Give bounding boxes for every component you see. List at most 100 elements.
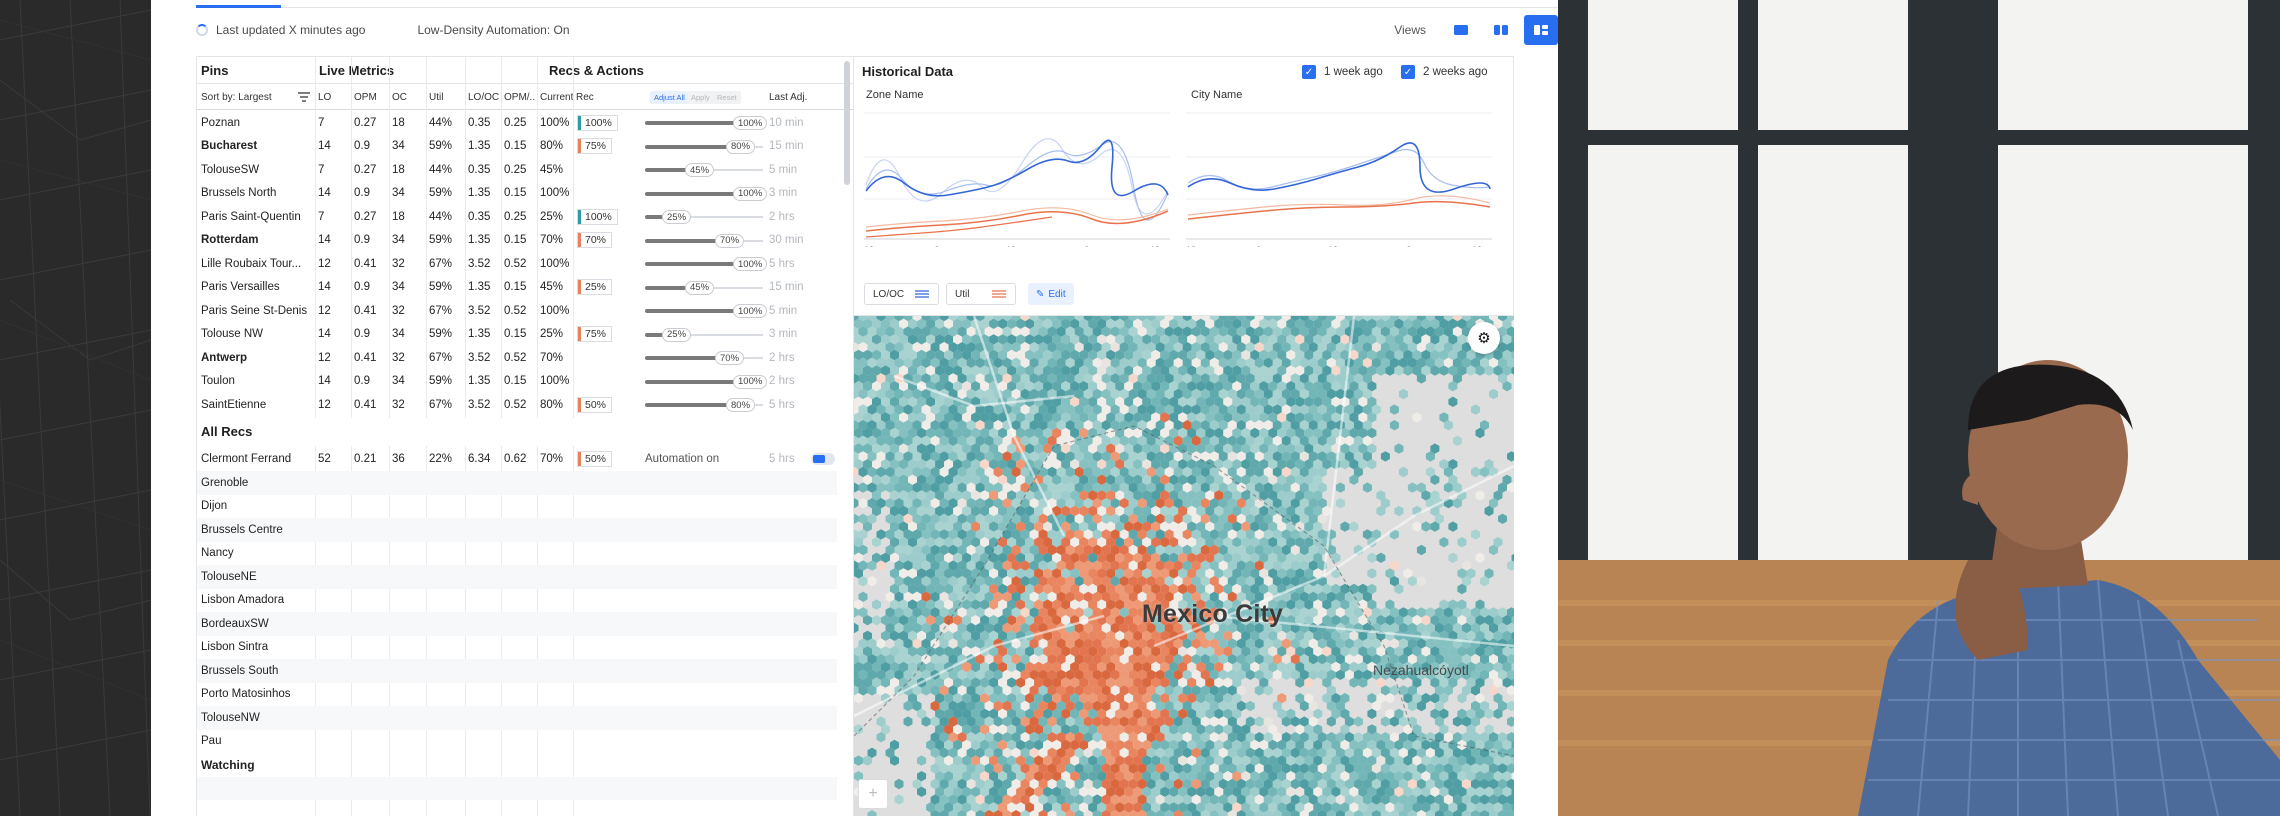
slider-thumb[interactable]: 25% — [662, 210, 692, 224]
hexbin-map[interactable]: ⚙ Mexico City Nezahualcóyotl + — [854, 316, 1514, 816]
map-settings-button[interactable]: ⚙ — [1468, 322, 1500, 354]
slider-thumb[interactable]: 100% — [733, 257, 768, 271]
table-scrollbar[interactable] — [844, 61, 850, 185]
slider-thumb[interactable]: 100% — [733, 304, 768, 318]
adjustment-slider[interactable]: 70% — [645, 346, 763, 370]
view-dashboard-button[interactable] — [1524, 15, 1558, 45]
pin-row[interactable]: TolouseSW 7 0.27 18 44% 0.35 0.25 45% 45% 5 min — [197, 158, 837, 182]
adjustment-slider[interactable]: 25% — [645, 323, 763, 347]
rec-row[interactable]: Clermont Ferrand 52 0.21 36 22% 6.34 0.62 70% 50… — [197, 448, 837, 472]
pin-row[interactable]: Toulon 14 0.9 34 59% 1.35 0.15 100% 100% 2 hrs — [197, 370, 837, 394]
zoom-in-button[interactable]: + — [858, 779, 888, 809]
lo-oc-value: 3.52 — [468, 304, 491, 317]
pin-row[interactable]: Antwerp 12 0.41 32 67% 3.52 0.52 70% 70% 2 hrs — [197, 346, 837, 370]
column-header-rec[interactable]: Rec — [576, 87, 594, 107]
column-header-current[interactable]: Current — [540, 87, 573, 107]
filter-icon[interactable] — [297, 91, 311, 103]
last-adjusted-value: 15 min — [769, 281, 804, 294]
pin-row[interactable]: Poznan 7 0.27 18 44% 0.35 0.25 100% 100% 100% 10 m… — [197, 111, 837, 135]
pin-row[interactable]: Paris Versailles 14 0.9 34 59% 1.35 0.15 45% 25%… — [197, 276, 837, 300]
adjustment-slider[interactable]: 45% — [645, 276, 763, 300]
automation-toggle[interactable] — [811, 448, 839, 472]
rec-row[interactable]: Pau — [197, 730, 837, 754]
adjustment-slider[interactable]: 80% — [645, 135, 763, 159]
opm-ratio-value: 0.25 — [504, 116, 527, 129]
column-header-opm[interactable]: OPM — [354, 87, 377, 107]
rec-cell[interactable]: 50% — [577, 448, 635, 472]
slider-thumb[interactable]: 80% — [726, 139, 756, 154]
one-week-ago-label: 1 week ago — [1324, 66, 1383, 78]
sort-dropdown[interactable]: Sort by: Largest — [201, 87, 272, 107]
slider-thumb[interactable]: 25% — [662, 327, 692, 342]
rec-row[interactable]: Porto Matosinhos — [197, 683, 837, 707]
pin-row[interactable]: SaintEtienne 12 0.41 32 67% 3.52 0.52 80% 50% 80%… — [197, 393, 837, 417]
adjustment-slider[interactable]: 100% — [645, 182, 768, 206]
rec-cell[interactable]: 70% — [577, 229, 635, 253]
slider-thumb[interactable]: 100% — [733, 374, 768, 389]
office-photo — [1558, 0, 2280, 816]
column-header-lo[interactable]: LO — [318, 87, 331, 107]
pin-row[interactable]: Tolouse NW 14 0.9 34 59% 1.35 0.15 25% 75% 25% 3 m… — [197, 323, 837, 347]
oc-value: 32 — [392, 257, 405, 270]
adjust-all-button[interactable]: Adjust All — [650, 91, 689, 104]
slider-thumb[interactable]: 45% — [685, 163, 715, 177]
rec-row[interactable]: Nancy — [197, 542, 837, 566]
pin-row[interactable]: Rotterdam 14 0.9 34 59% 1.35 0.15 70% 70% 70% 30 m… — [197, 229, 837, 253]
rec-row[interactable]: Lisbon Amadora — [197, 589, 837, 613]
apply-button[interactable]: Apply — [687, 91, 714, 104]
slider-thumb[interactable]: 70% — [715, 351, 745, 365]
lo-value: 52 — [318, 453, 331, 466]
two-weeks-ago-label: 2 weeks ago — [1423, 66, 1488, 78]
pin-row[interactable]: Bucharest 14 0.9 34 59% 1.35 0.15 80% 75% 80% 15 m… — [197, 135, 837, 159]
pin-row[interactable]: Lille Roubaix Tour... 12 0.41 32 67% 3.52 0.52… — [197, 252, 837, 276]
one-week-ago-checkbox[interactable]: ✓ 1 week ago — [1302, 65, 1383, 79]
view-single-button[interactable] — [1444, 15, 1478, 45]
rec-cell[interactable]: 100% — [577, 111, 635, 135]
view-split-button[interactable] — [1484, 15, 1518, 45]
rec-cell[interactable]: 75% — [577, 135, 635, 159]
rec-row[interactable]: BordeauxSW — [197, 612, 837, 636]
adjustment-slider[interactable]: 100% — [645, 370, 768, 394]
pin-row[interactable]: Brussels North 14 0.9 34 59% 1.35 0.15 100% 100%… — [197, 182, 837, 206]
two-weeks-ago-checkbox[interactable]: ✓ 2 weeks ago — [1401, 65, 1488, 79]
last-adjusted-value: 2 hrs — [769, 375, 795, 388]
pins-group-header: Pins — [201, 62, 229, 78]
column-header-lo-oc[interactable]: LO/OC — [468, 87, 499, 107]
rec-cell[interactable]: 75% — [577, 323, 635, 347]
slider-thumb[interactable]: 45% — [685, 280, 715, 295]
rec-row[interactable]: Lisbon Sintra — [197, 636, 837, 660]
slider-thumb[interactable]: 100% — [733, 186, 768, 201]
column-header-util[interactable]: Util — [429, 87, 443, 107]
adjustment-slider[interactable]: 25% — [645, 205, 763, 229]
adjustment-slider[interactable]: 100% — [645, 111, 768, 135]
adjustment-slider[interactable]: 80% — [645, 393, 763, 417]
slider-thumb[interactable]: 100% — [733, 116, 768, 130]
rec-row[interactable]: Brussels Centre — [197, 518, 837, 542]
adjustment-slider[interactable]: 70% — [645, 229, 763, 253]
empty-row — [197, 776, 837, 800]
reset-button[interactable]: Reset — [713, 91, 741, 104]
slider-thumb[interactable]: 80% — [726, 398, 756, 412]
adjustment-slider[interactable]: 100% — [645, 299, 768, 323]
rec-row[interactable]: Brussels South — [197, 659, 837, 683]
slider-thumb[interactable]: 70% — [715, 233, 745, 248]
opm-value: 0.9 — [354, 234, 370, 247]
rec-row[interactable]: TolouseNW — [197, 706, 837, 730]
rec-cell[interactable]: 50% — [577, 393, 635, 417]
rec-row[interactable]: Grenoble — [197, 471, 837, 495]
edit-button[interactable]: ✎ Edit — [1028, 283, 1074, 305]
oc-value: 36 — [392, 453, 405, 466]
pin-row[interactable]: Paris Saint-Quentin 7 0.27 18 44% 0.35 0.25 25%… — [197, 205, 837, 229]
pin-row[interactable]: Paris Seine St-Denis 12 0.41 32 67% 3.52 0.52 1… — [197, 299, 837, 323]
adjustment-slider[interactable]: 100% — [645, 252, 768, 276]
rec-row[interactable]: Dijon — [197, 495, 837, 519]
rec-cell[interactable]: 100% — [577, 205, 635, 229]
rec-row[interactable]: TolouseNE — [197, 565, 837, 589]
column-header-opm-ratio[interactable]: OPM/.. — [504, 87, 535, 107]
lo-oc-legend-chip[interactable]: LO/OC — [864, 283, 940, 305]
adjustment-slider[interactable]: 45% — [645, 158, 763, 182]
column-header-oc[interactable]: OC — [392, 87, 407, 107]
util-legend-chip[interactable]: Util — [946, 283, 1017, 305]
rec-cell[interactable]: 25% — [577, 276, 635, 300]
map-canvas — [854, 316, 1514, 816]
